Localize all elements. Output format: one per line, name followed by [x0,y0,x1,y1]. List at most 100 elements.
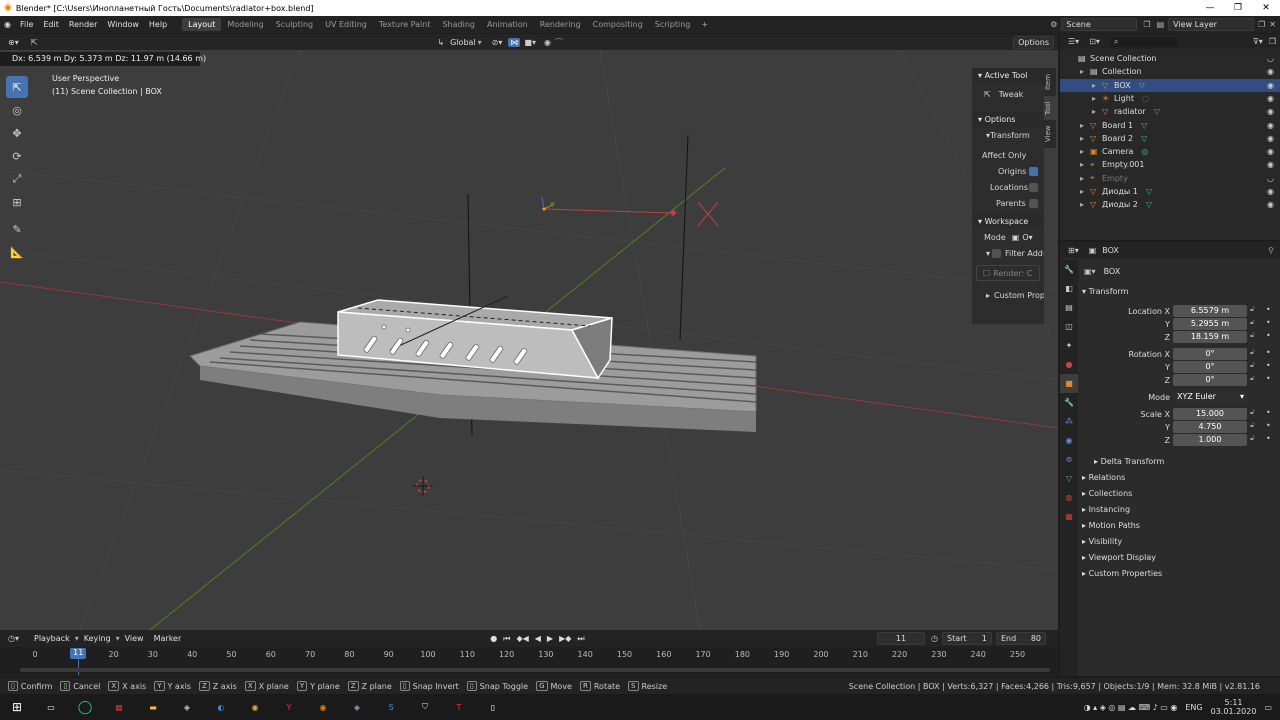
outliner-row[interactable]: ▤ Scene Collection ◡ [1060,52,1280,65]
expand-chevron-icon[interactable]: ▸ [1080,134,1090,143]
tool-props-tab[interactable]: 🔧 [1060,260,1078,279]
timeline-ruler[interactable]: 0102030405060708090100110120130140150160… [0,647,1058,675]
expand-chevron-icon[interactable]: ▸ [1080,67,1090,76]
viewport-scene[interactable]: Y [0,50,1058,630]
outliner-row[interactable]: ▸ ▽ Board 2 ▽ ◉ [1060,132,1280,145]
location-x-field[interactable]: 6.5579 m [1173,305,1247,317]
visibility-eye-icon[interactable]: ◡ [1267,174,1274,183]
object-data-icon[interactable]: ▽ [1154,107,1160,116]
render-engine-field[interactable]: ☐ Render: C [976,265,1040,281]
rotation-y-field[interactable]: 0° [1173,361,1247,373]
tab-tool[interactable]: Tool [1044,96,1056,120]
output-props-tab[interactable]: ▤ [1060,298,1078,317]
outliner-row[interactable]: ▸ ▽ BOX ▽ ◉ [1060,78,1280,92]
view-layer-props-tab[interactable]: ◫ [1060,317,1078,336]
data-props-tab[interactable]: ▽ [1060,469,1078,488]
location-y-field[interactable]: 5.2955 m [1173,318,1247,330]
visibility-eye-icon[interactable]: ◉ [1267,67,1274,76]
view-layer-icon[interactable]: ▤ [1157,20,1165,29]
scene-props-tab[interactable]: ✦ [1060,336,1078,355]
rotate-tool-button[interactable]: ⟳ [6,145,28,167]
outliner-editor-icon[interactable]: ☰▾ [1068,37,1079,46]
blender-menu-icon[interactable]: ◉ [4,20,11,29]
properties-section-header[interactable]: ▸ Motion Paths [1082,521,1140,530]
scale-y-field[interactable]: 4.750 [1173,421,1247,433]
expand-chevron-icon[interactable]: ▸ [1080,200,1090,209]
tweak-tool-button[interactable]: ⇱ [6,76,28,98]
windows-start-icon[interactable]: ⊞ [0,694,34,720]
keyframe-dot-icon[interactable]: • [1266,361,1271,370]
playback-menu[interactable]: Playback [29,634,75,643]
select-mode-icon[interactable]: ⇱ [31,38,38,47]
visibility-eye-icon[interactable]: ◉ [1267,160,1274,169]
pin-icon[interactable]: ⚲ [1268,246,1274,255]
visibility-eye-icon[interactable]: ◉ [1267,81,1274,90]
visibility-eye-icon[interactable]: ◉ [1267,187,1274,196]
texture-props-tab[interactable]: ▦ [1060,507,1078,526]
lock-icon[interactable]: 🔓︎ [1250,408,1255,417]
visibility-eye-icon[interactable]: ◉ [1267,200,1274,209]
keyframe-dot-icon[interactable]: • [1266,421,1271,430]
editor-type-icon[interactable]: ⊕▾ [8,38,19,47]
expand-chevron-icon[interactable]: ▸ [1080,147,1090,156]
expand-chevron-icon[interactable]: ▸ [1080,174,1090,183]
3d-viewport[interactable]: Y [0,50,1058,630]
options-dropdown[interactable]: Options [1013,35,1054,49]
jump-start-icon[interactable]: ⏮ [503,634,510,644]
properties-section-header[interactable]: ▸ Collections [1082,489,1132,498]
outliner-row[interactable]: ▸ ▽ radiator ▽ ◉ [1060,105,1280,118]
expand-chevron-icon[interactable]: ▸ [1080,160,1090,169]
outliner-row[interactable]: ▸ ⌖ Empty.001 ◉ [1060,158,1280,171]
t-app-icon[interactable]: T [442,694,476,720]
menu-file[interactable]: File [15,20,38,29]
cursor-tool-button[interactable]: ◎ [6,99,28,121]
clock[interactable]: 5:11 03.01.2020 [1211,698,1257,716]
locations-toggle[interactable]: Locations [972,179,1044,195]
snap-target-icon[interactable]: ■▾ [524,38,536,47]
outliner-row[interactable]: ▸ ⌖ Empty ◡ [1060,172,1280,185]
object-props-tab[interactable]: ■ [1060,374,1078,393]
object-data-icon[interactable]: ◎ [1141,147,1148,156]
tab-item[interactable]: Item [1044,70,1056,94]
expand-chevron-icon[interactable]: ▸ [1080,121,1090,130]
steam-icon[interactable]: ◈ [170,694,204,720]
render-props-tab[interactable]: ◧ [1060,279,1078,298]
transform-section-header[interactable]: ▾ Transform [1082,287,1128,296]
snap-toggle-icon[interactable]: ⋈ [508,37,521,47]
record-icon[interactable]: ● [490,634,497,644]
tab-modeling[interactable]: Modeling [221,18,269,31]
tab-layout[interactable]: Layout [182,18,222,31]
properties-section-header[interactable]: ▸ Viewport Display [1082,553,1156,562]
tab-sculpting[interactable]: Sculpting [270,18,319,31]
rotation-z-field[interactable]: 0° [1173,374,1247,386]
falloff-icon[interactable]: ⌒ [555,37,563,48]
properties-section-header[interactable]: ▸ Relations [1082,473,1125,482]
play-reverse-icon[interactable]: ◀ [535,634,541,644]
qtalk-icon[interactable]: ◯ [68,694,102,720]
modifier-props-tab[interactable]: 🔧 [1060,393,1078,412]
steam2-icon[interactable]: ◈ [340,694,374,720]
outliner-row[interactable]: ▸ ☀ Light ◌ ◉ [1060,92,1280,105]
orientation-icon[interactable]: ↳ [437,38,444,47]
measure-tool-button[interactable]: 📐 [6,241,28,263]
keying-menu[interactable]: Keying [79,634,116,643]
visibility-eye-icon[interactable]: ◉ [1267,121,1274,130]
lock-icon[interactable]: 🔓︎ [1250,348,1255,357]
jump-end-icon[interactable]: ⏭ [577,634,584,644]
end-frame-field[interactable]: End 80 [996,632,1046,645]
properties-section-header[interactable]: ▸ Visibility [1082,537,1122,546]
blender-taskbar-icon[interactable]: ◉ [306,694,340,720]
clock-icon[interactable]: ◷ [931,634,938,643]
parents-toggle[interactable]: Parents [972,195,1044,211]
lock-icon[interactable]: 🔓︎ [1250,361,1255,370]
options-header[interactable]: ▾ Options [972,112,1044,127]
lock-icon[interactable]: 🔓︎ [1250,374,1255,383]
active-tool-header[interactable]: ▾ Active Tool [972,68,1044,83]
outliner-row[interactable]: ▸ ▽ Диоды 1 ▽ ◉ [1060,185,1280,198]
menu-edit[interactable]: Edit [38,20,64,29]
tab-uv-editing[interactable]: UV Editing [319,18,373,31]
annotate-tool-button[interactable]: ✎ [6,218,28,240]
menu-render[interactable]: Render [64,20,102,29]
chrome-icon[interactable]: ◉ [238,694,272,720]
start-frame-field[interactable]: Start 1 [942,632,992,645]
